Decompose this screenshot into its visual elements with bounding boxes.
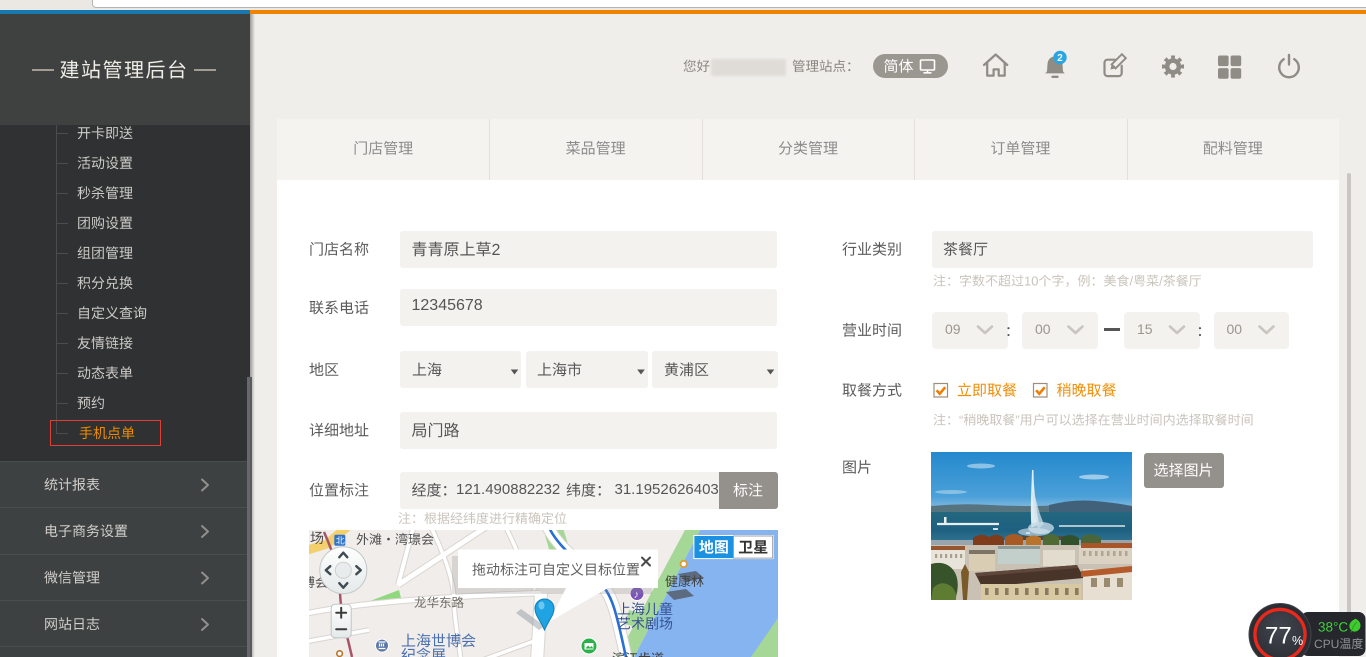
svg-text:77: 77 [1265,623,1292,650]
svg-text:%: % [1292,634,1303,648]
